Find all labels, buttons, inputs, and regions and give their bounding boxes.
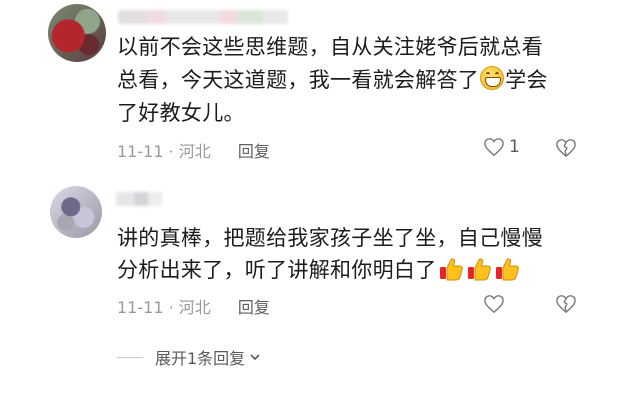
- avatar[interactable]: [48, 4, 106, 62]
- heart-icon[interactable]: [483, 294, 505, 314]
- comment-text-line: 了好教女儿。: [117, 101, 245, 125]
- comment-text-line: 总看，今天这道题，我一看就会解答了 学会: [117, 66, 548, 95]
- avatar[interactable]: [50, 186, 102, 238]
- username-blurred[interactable]: [116, 192, 162, 206]
- chevron-down-icon: [250, 354, 260, 361]
- broken-heart-icon[interactable]: [555, 138, 577, 158]
- reply-button[interactable]: 回复: [238, 298, 270, 317]
- reply-button[interactable]: 回复: [238, 142, 270, 161]
- heart-icon: [484, 138, 504, 157]
- comment-text-segment: 分析出来了，听了讲解和你明白了: [117, 258, 437, 282]
- comment-separator: ·: [168, 142, 174, 161]
- comment-location: 河北: [178, 142, 211, 161]
- like-button[interactable]: 1: [483, 137, 520, 157]
- expand-replies-button[interactable]: 展开1条回复: [117, 345, 261, 369]
- comment-text-line: 以前不会这些思维题，自从关注姥爷后就总看: [117, 35, 543, 59]
- comment-text-line: 分析出来了，听了讲解和你明白了: [117, 256, 521, 285]
- divider-line: [117, 356, 143, 358]
- username-blurred[interactable]: [118, 10, 288, 24]
- comment-date: 11-11: [117, 298, 164, 317]
- broken-heart-icon[interactable]: [555, 294, 577, 314]
- comment-meta: 11-11 · 河北 回复: [117, 138, 270, 162]
- thumbs-up-icon: [439, 258, 463, 281]
- grinning-face-icon: [480, 66, 505, 90]
- comment-date: 11-11: [117, 142, 164, 161]
- comment-text-line: 讲的真棒，把题给我家孩子坐了坐，自己慢慢: [117, 226, 543, 250]
- comment-text-segment: 学会: [505, 68, 548, 92]
- comment-location: 河北: [178, 298, 211, 317]
- expand-replies-label: 展开1条回复: [155, 349, 246, 368]
- comment-meta: 11-11 · 河北 回复: [117, 294, 270, 318]
- like-count: 1: [509, 137, 520, 157]
- thumbs-up-icon: [495, 258, 519, 281]
- comment-separator: ·: [168, 298, 174, 317]
- comment-text-segment: 总看，今天这道题，我一看就会解答了: [117, 68, 480, 92]
- thumbs-up-icon: [467, 258, 491, 281]
